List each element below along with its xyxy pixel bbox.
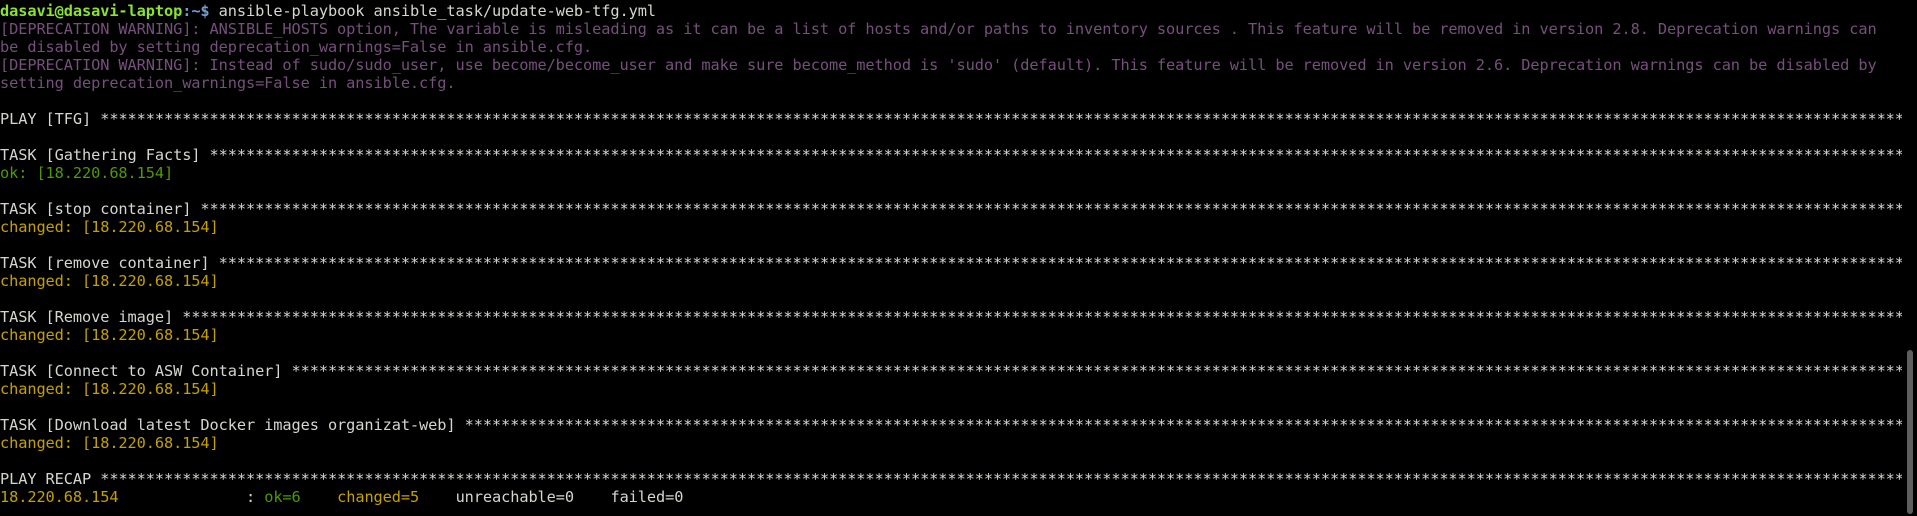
play-title: PLAY [TFG] <box>0 110 101 128</box>
separator-stars: ****************************************… <box>200 200 1902 218</box>
task-header: TASK [Download latest Docker images orga… <box>0 416 1902 434</box>
play-header: PLAY [TFG] *****************************… <box>0 110 1902 128</box>
recap-changed: changed=5 <box>337 488 420 506</box>
prompt-line: dasavi@dasavi-laptop:~$ ansible-playbook… <box>0 2 1902 20</box>
task-title: TASK [Download latest Docker images orga… <box>0 416 465 434</box>
recap-row: 18.220.68.154 : ok=6 changed=5 unreachab… <box>0 488 1902 506</box>
deprecation-warning: [DEPRECATION WARNING]: Instead of sudo/s… <box>0 56 1886 92</box>
recap-header: PLAY RECAP *****************************… <box>0 470 1902 488</box>
separator-stars: ****************************************… <box>100 110 1902 128</box>
task-title: TASK [Connect to ASW Container] <box>0 362 292 380</box>
task-header: TASK [Remove image] ********************… <box>0 308 1902 326</box>
task-header: TASK [remove container] ****************… <box>0 254 1902 272</box>
recap-separator: : <box>118 488 265 506</box>
task-status: changed: [18.220.68.154] <box>0 272 219 290</box>
separator-stars: ****************************************… <box>209 146 1902 164</box>
separator-stars: ****************************************… <box>182 308 1902 326</box>
task-title: TASK [Gathering Facts] <box>0 146 210 164</box>
scrollbar-thumb[interactable] <box>1907 350 1913 514</box>
separator-stars: ****************************************… <box>291 362 1902 380</box>
task-status: changed: [18.220.68.154] <box>0 380 219 398</box>
task-status: changed: [18.220.68.154] <box>0 326 219 344</box>
separator-stars: ****************************************… <box>464 416 1902 434</box>
recap-title: PLAY RECAP <box>0 470 101 488</box>
prompt-separator: :~$ <box>182 2 210 20</box>
recap-unreachable: unreachable=0 <box>455 488 575 506</box>
task-header: TASK [Gathering Facts] *****************… <box>0 146 1902 164</box>
recap-ok: ok=6 <box>264 488 301 506</box>
deprecation-warning: [DEPRECATION WARNING]: ANSIBLE_HOSTS opt… <box>0 20 1886 56</box>
task-status: changed: [18.220.68.154] <box>0 434 219 452</box>
prompt-user-host: dasavi@dasavi-laptop <box>0 2 183 20</box>
task-title: TASK [Remove image] <box>0 308 183 326</box>
task-header: TASK [Connect to ASW Container] ********… <box>0 362 1902 380</box>
terminal-output[interactable]: dasavi@dasavi-laptop:~$ ansible-playbook… <box>0 2 1902 514</box>
separator-stars: ****************************************… <box>100 470 1902 488</box>
recap-failed: failed=0 <box>610 488 684 506</box>
task-title: TASK [remove container] <box>0 254 219 272</box>
task-header: TASK [stop container] ******************… <box>0 200 1902 218</box>
task-status: ok: [18.220.68.154] <box>0 164 174 182</box>
task-status: changed: [18.220.68.154] <box>0 218 219 236</box>
command-text: ansible-playbook ansible_task/update-web… <box>209 2 656 20</box>
task-title: TASK [stop container] <box>0 200 201 218</box>
separator-stars: ****************************************… <box>218 254 1902 272</box>
scrollbar[interactable] <box>1903 0 1917 516</box>
recap-host: 18.220.68.154 <box>0 488 119 506</box>
